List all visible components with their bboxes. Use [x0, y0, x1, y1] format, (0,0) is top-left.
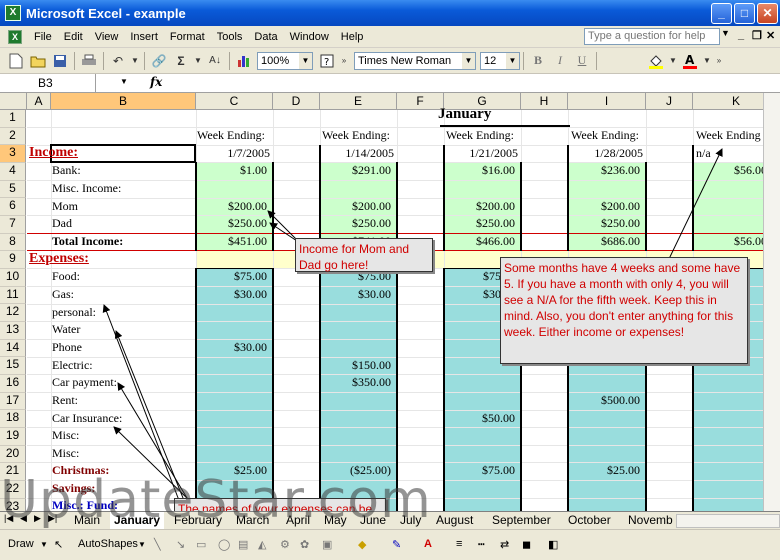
size-dropdown-icon[interactable]: ▼	[506, 52, 519, 69]
chart-wizard-icon[interactable]	[234, 51, 254, 71]
diagram-icon[interactable]: ⚙	[280, 538, 290, 551]
arrow-style-icon[interactable]: ⇄	[500, 538, 509, 551]
autosum-dropdown-icon[interactable]: ▼	[193, 51, 203, 71]
toolbar-options-icon[interactable]: »	[339, 51, 349, 71]
dash-style-icon[interactable]: ┅	[478, 538, 485, 551]
zoom-select[interactable]: 100% ▼	[257, 51, 313, 70]
draw-dropdown-icon[interactable]: ▼	[40, 540, 48, 549]
menu-edit[interactable]: Edit	[58, 31, 89, 43]
menu-view[interactable]: View	[89, 31, 125, 43]
name-box[interactable]: B3	[0, 74, 96, 92]
help-search-input[interactable]: Type a question for help	[584, 28, 720, 45]
underline-button[interactable]: U	[572, 51, 592, 71]
vertical-scrollbar[interactable]	[763, 93, 780, 511]
formatting-options-icon[interactable]: »	[714, 51, 724, 71]
name-box-dropdown-icon[interactable]: ▼	[120, 77, 128, 86]
fill-color-draw-icon[interactable]: ◆	[358, 538, 366, 551]
hyperlink-icon[interactable]: 🔗	[149, 51, 169, 71]
menu-window[interactable]: Window	[284, 31, 335, 43]
fill-color-icon[interactable]	[646, 51, 666, 71]
bold-button[interactable]: B	[528, 51, 548, 71]
close-button[interactable]: ✕	[757, 2, 778, 24]
insert-function-icon[interactable]: fx	[150, 75, 162, 89]
line-icon[interactable]: ╲	[154, 538, 161, 551]
clipart-icon[interactable]: ✿	[300, 538, 309, 551]
new-icon[interactable]	[6, 51, 26, 71]
formula-input[interactable]	[170, 75, 770, 91]
menu-help[interactable]: Help	[335, 31, 370, 43]
font-size-select[interactable]: 12 ▼	[480, 51, 520, 70]
doc-minimize-icon[interactable]: _	[738, 29, 744, 41]
svg-text:?: ?	[324, 57, 329, 68]
font-dropdown-icon[interactable]: ▼	[462, 52, 475, 69]
standard-toolbar: ↶ ▼ 🔗 Σ ▼ A↓ 100% ▼ ? » Times New Roman ▼ …	[0, 48, 780, 74]
textbox-icon[interactable]: ▤	[238, 538, 248, 551]
doc-close-icon[interactable]: ✕	[766, 29, 775, 42]
arrow-icon[interactable]: ↘	[176, 538, 185, 551]
draw-font-color-icon[interactable]: A	[424, 538, 432, 550]
autosum-icon[interactable]: Σ	[171, 51, 191, 71]
zoom-dropdown-icon[interactable]: ▼	[299, 52, 312, 69]
sort-icon[interactable]: A↓	[205, 51, 225, 71]
italic-button[interactable]: I	[550, 51, 570, 71]
line-style-icon[interactable]: ≡	[456, 538, 462, 550]
line-color-icon[interactable]: ✎	[392, 538, 401, 551]
undo-icon[interactable]: ↶	[108, 51, 128, 71]
font-name-select[interactable]: Times New Roman ▼	[354, 51, 476, 70]
menu-tools[interactable]: Tools	[211, 31, 249, 43]
font-color-dropdown-icon[interactable]: ▼	[702, 51, 712, 71]
maximize-button[interactable]: □	[734, 2, 755, 24]
workbook-icon[interactable]: X	[8, 29, 22, 44]
drawing-toolbar: Draw ▼ ↖ AutoShapes ▼ ╲ ↘ ▭ ◯ ▤ ◭ ⚙ ✿ ▣ …	[0, 529, 780, 560]
oval-icon[interactable]: ◯	[218, 538, 230, 551]
weeks-note-callout[interactable]: Some months have 4 weeks and some have 5…	[500, 257, 748, 364]
watermark-text: UpdateStar.com	[0, 470, 432, 530]
open-icon[interactable]	[28, 51, 48, 71]
save-icon[interactable]	[50, 51, 70, 71]
menu-file[interactable]: File	[28, 31, 58, 43]
autoshapes-dropdown-icon[interactable]: ▼	[138, 540, 146, 549]
font-color-icon[interactable]: A	[680, 51, 700, 71]
draw-menu[interactable]: Draw	[8, 538, 34, 550]
doc-restore-icon[interactable]: ❐	[752, 29, 762, 42]
help-dropdown-icon[interactable]: ▼	[721, 28, 730, 38]
svg-text:A: A	[685, 53, 695, 67]
formula-bar: B3 ▼ fx	[0, 74, 780, 93]
fill-color-dropdown-icon[interactable]: ▼	[668, 51, 678, 71]
window-titlebar: X Microsoft Excel - example _ □ ✕	[0, 0, 780, 26]
menu-bar: X File Edit View Insert Format Tools Dat…	[0, 26, 780, 48]
select-objects-icon[interactable]: ↖	[54, 538, 63, 551]
income-callout[interactable]: Income for Mom and Dad go here!	[295, 238, 433, 272]
rectangle-icon[interactable]: ▭	[196, 538, 206, 551]
help-icon[interactable]: ?	[317, 51, 337, 71]
wordart-icon[interactable]: ◭	[258, 538, 266, 551]
shadow-style-icon[interactable]: ◼	[522, 538, 531, 551]
excel-app-icon[interactable]: X	[5, 5, 21, 21]
autoshapes-menu[interactable]: AutoShapes	[78, 538, 138, 550]
spreadsheet-grid[interactable]: A B C D E F G H I J K 1 2 3 4 5 6 7 8 9 …	[0, 93, 780, 511]
menu-insert[interactable]: Insert	[124, 31, 164, 43]
print-icon[interactable]	[79, 51, 99, 71]
menu-data[interactable]: Data	[248, 31, 283, 43]
window-title: Microsoft Excel - example	[26, 5, 186, 21]
undo-dropdown-icon[interactable]: ▼	[130, 51, 140, 71]
3d-style-icon[interactable]: ◧	[548, 538, 558, 551]
menu-format[interactable]: Format	[164, 31, 211, 43]
picture-icon[interactable]: ▣	[322, 538, 332, 551]
minimize-button[interactable]: _	[711, 2, 732, 24]
